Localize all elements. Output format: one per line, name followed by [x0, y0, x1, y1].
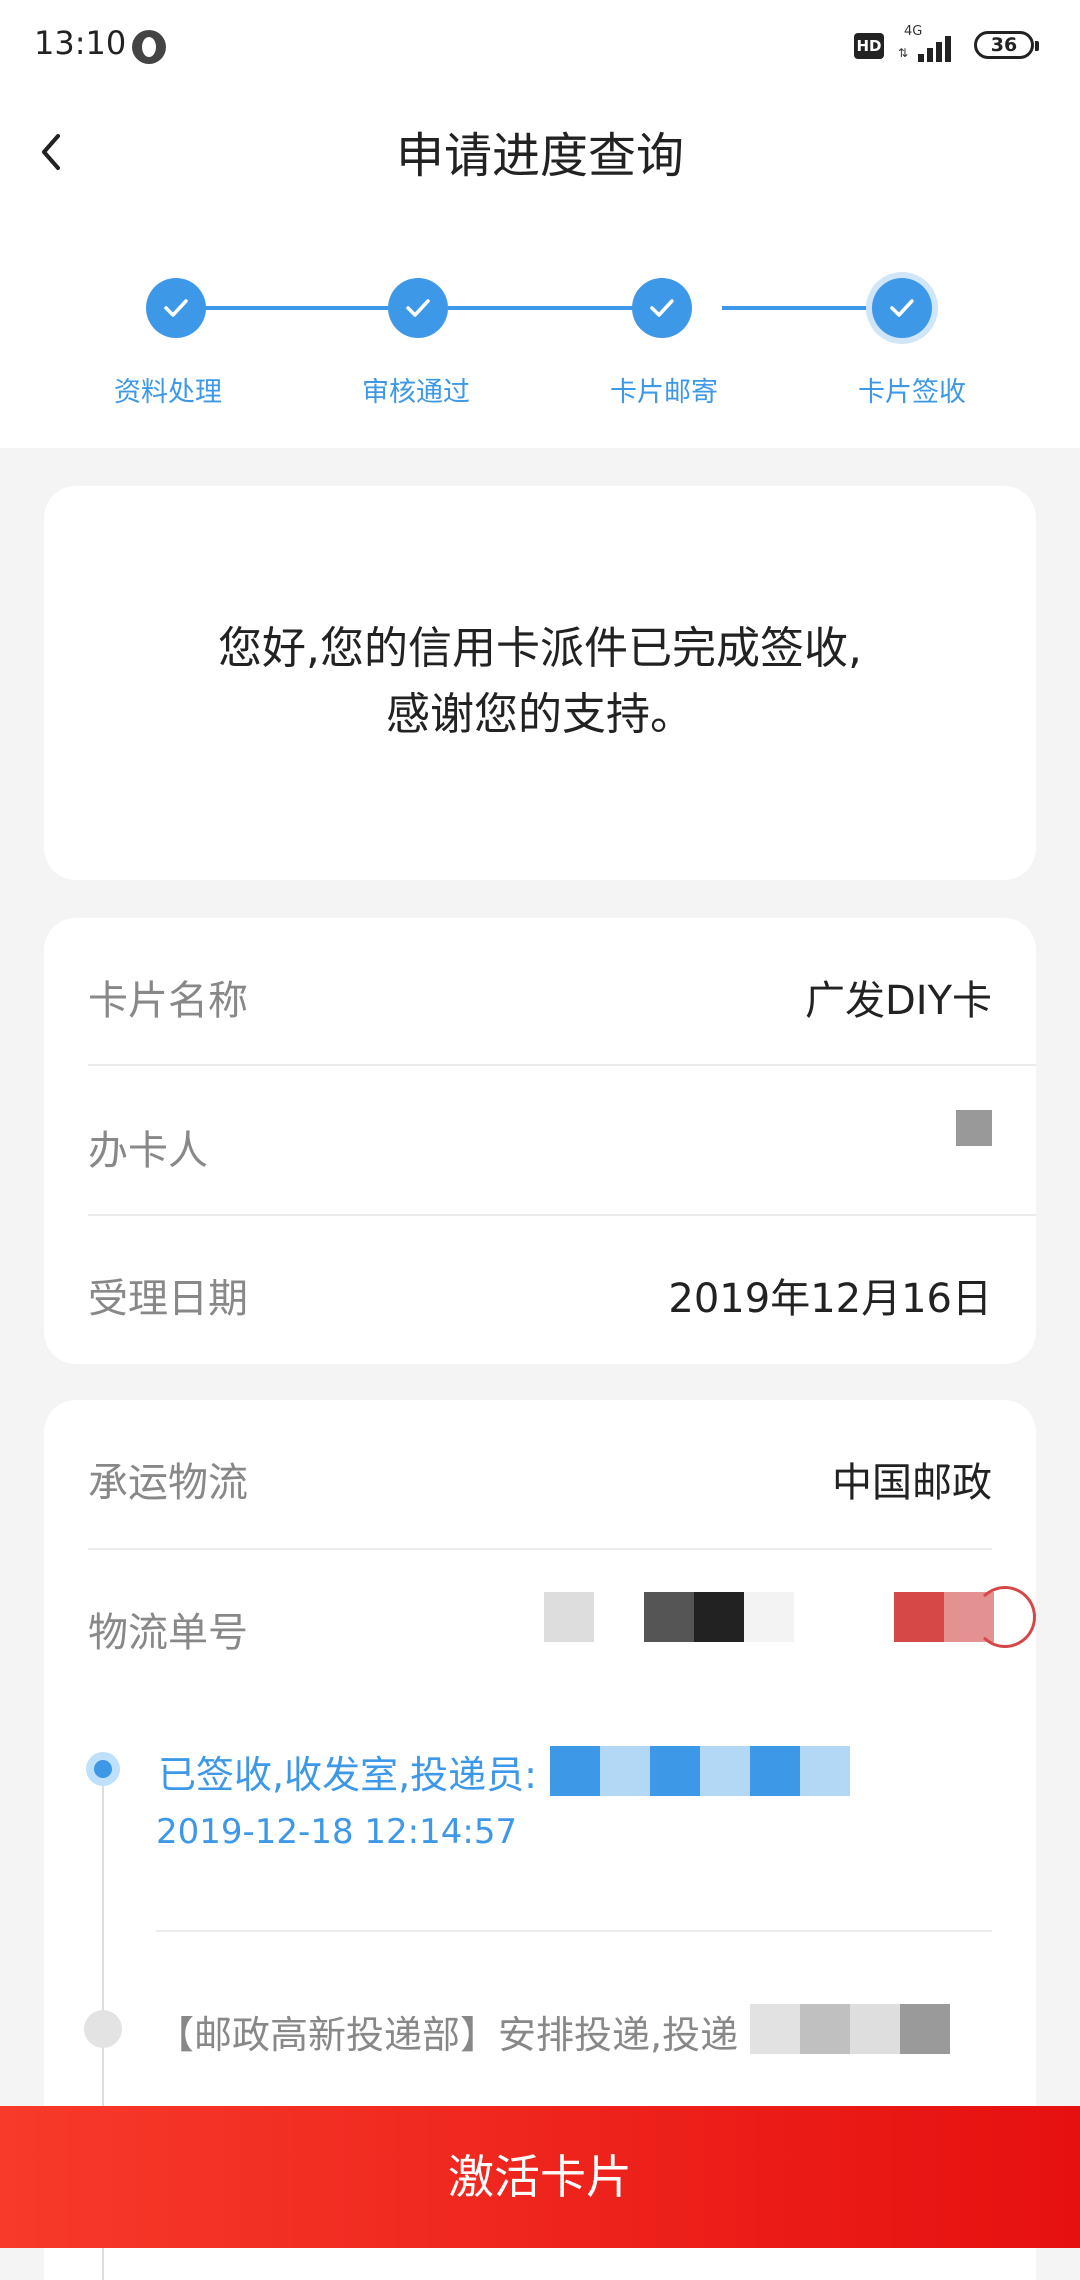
tracking-label: 物流单号 — [88, 1610, 248, 1656]
hd-icon: HD — [854, 33, 884, 59]
timeline-active-dot — [86, 1752, 120, 1786]
redacted-courier-info — [700, 1746, 750, 1796]
step-label: 资料处理 — [114, 377, 222, 408]
data-arrows-icon: ⇅ — [898, 46, 909, 60]
redacted-courier-info — [800, 1746, 850, 1796]
card-name-row: 卡片名称 广发DIY卡 — [88, 918, 992, 1066]
applicant-row: 办卡人 — [88, 1068, 992, 1216]
redacted-courier-info — [750, 1746, 800, 1796]
redacted-tracking-number — [894, 1592, 944, 1642]
timeline-event-text: 【邮政高新投递部】安排投递,投递 — [156, 2013, 739, 2057]
divider — [88, 1064, 1036, 1066]
accept-date-label: 受理日期 — [88, 1276, 248, 1322]
check-icon — [146, 278, 206, 338]
divider — [156, 1930, 992, 1932]
step-label: 审核通过 — [362, 377, 470, 408]
page-title: 申请进度查询 — [395, 128, 684, 184]
card-name-label: 卡片名称 — [88, 978, 248, 1024]
redacted-courier-info — [800, 2004, 850, 2054]
header: 申请进度查询 — [0, 92, 1080, 212]
status-time: 13:10 — [34, 24, 127, 62]
check-icon — [388, 278, 448, 338]
timeline-event-time: 2019-12-18 12:14:57 — [156, 1812, 518, 1852]
check-icon — [632, 278, 692, 338]
timeline-event-text: 已签收,收发室,投递员: — [158, 1753, 537, 1797]
notice-card: 您好,您的信用卡派件已完成签收,感谢您的支持。 — [44, 486, 1036, 880]
step-connector — [448, 306, 662, 310]
status-bar: 13:10 HD 4G ⇅ 36 — [0, 0, 1080, 92]
redacted-tracking-number — [544, 1592, 594, 1642]
copy-icon[interactable] — [974, 1586, 1036, 1648]
tracking-row: 物流单号 — [88, 1550, 1036, 1698]
card-name-value: 广发DIY卡 — [804, 978, 992, 1024]
redacted-tracking-number — [644, 1592, 694, 1642]
signal-icon — [918, 32, 958, 62]
accept-date-value: 2019年12月16日 — [668, 1276, 992, 1322]
accept-date-row: 受理日期 2019年12月16日 — [88, 1216, 992, 1364]
redacted-tracking-number — [744, 1592, 794, 1642]
check-icon — [872, 278, 932, 338]
step-label: 卡片邮寄 — [610, 377, 718, 408]
card-info-panel: 卡片名称 广发DIY卡 办卡人 受理日期 2019年12月16日 — [44, 918, 1036, 1364]
carrier-value: 中国邮政 — [832, 1460, 992, 1506]
battery-icon: 36 — [974, 31, 1039, 59]
redacted-courier-info — [850, 2004, 900, 2054]
redacted-courier-info — [750, 2004, 800, 2054]
notice-message: 您好,您的信用卡派件已完成签收,感谢您的支持。 — [218, 623, 862, 740]
redacted-applicant-name — [956, 1110, 992, 1146]
redacted-courier-info — [900, 2004, 950, 2054]
carrier-row: 承运物流 中国邮政 — [88, 1400, 992, 1548]
redacted-courier-info — [600, 1746, 650, 1796]
activate-card-button[interactable]: 激活卡片 — [0, 2106, 1080, 2248]
progress-steps: 资料处理 审核通过 卡片邮寄 卡片签收 — [0, 212, 1080, 448]
redacted-tracking-number — [694, 1592, 744, 1642]
redacted-courier-info — [650, 1746, 700, 1796]
carrier-label: 承运物流 — [88, 1460, 248, 1506]
timeline-dot — [84, 2010, 122, 2048]
step-connector — [176, 306, 388, 310]
applicant-label: 办卡人 — [88, 1128, 208, 1174]
redacted-courier-info — [550, 1746, 600, 1796]
step-label: 卡片签收 — [858, 377, 966, 408]
app-notification-icon — [132, 30, 166, 64]
